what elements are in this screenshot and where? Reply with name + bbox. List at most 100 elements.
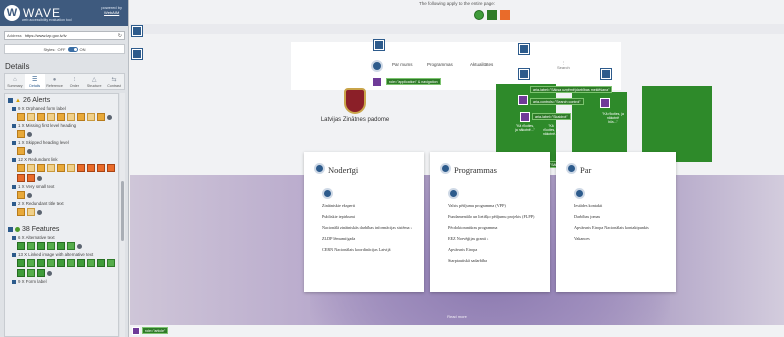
aria-label-icon[interactable] [600, 98, 610, 108]
hero-read-more[interactable]: Read more [130, 314, 784, 319]
aria-skip-icon[interactable] [520, 112, 530, 122]
structure-landmark-icon[interactable] [487, 10, 497, 20]
landmark-header-icon[interactable] [131, 25, 143, 37]
aria-controls-tag[interactable]: aria-controls="Search control" [530, 98, 584, 105]
list-structure-icon[interactable] [574, 188, 585, 199]
aria-role-tag[interactable]: role="application" & navigation [386, 78, 441, 85]
heading-structure-icon[interactable] [440, 163, 451, 174]
alert-icon[interactable] [17, 164, 25, 172]
search-landmark-icon[interactable] [518, 43, 530, 55]
feature-item-checkbox[interactable] [12, 280, 16, 284]
nav-item-programmes[interactable]: Programmas [427, 62, 453, 67]
alert-item-checkbox[interactable] [12, 158, 16, 162]
feature-language-icon[interactable] [474, 10, 484, 20]
alert-icon[interactable] [17, 113, 25, 121]
alert-icon[interactable] [57, 113, 65, 121]
card-link[interactable]: Darbības jomas [574, 214, 666, 219]
alert-icon[interactable] [17, 191, 25, 199]
address-field[interactable]: Address https://www.lzp.gov.lv/lv ↻ [4, 31, 125, 40]
feature-item[interactable]: 6 X Alternative text [5, 234, 118, 241]
alert-icon[interactable] [67, 164, 75, 172]
feature-item[interactable]: 13 X Linked image with alternative text [5, 251, 118, 258]
alert-icon[interactable] [17, 174, 25, 182]
webaim-link[interactable]: WebAIM [104, 10, 119, 15]
feature-icon[interactable] [107, 259, 115, 267]
alert-icon[interactable] [47, 113, 55, 121]
alert-icon[interactable] [77, 164, 85, 172]
alert-icon[interactable] [87, 164, 95, 172]
feature-item[interactable]: 9 X Form label [5, 278, 118, 285]
landmark-search-icon[interactable] [600, 68, 612, 80]
feature-icon[interactable] [87, 259, 95, 267]
feature-icon[interactable] [47, 259, 55, 267]
alert-item-checkbox[interactable] [12, 107, 16, 111]
features-checkbox[interactable] [8, 227, 13, 232]
card-link[interactable]: Nacionālā zinātniskās darbības informāci… [322, 225, 414, 230]
feature-icon[interactable] [67, 259, 75, 267]
heading-structure-icon[interactable] [314, 163, 325, 174]
alert-icon[interactable] [27, 208, 35, 216]
card-link[interactable]: Pēcdoktorantūras programma [448, 225, 540, 230]
landmark-region-icon[interactable] [131, 48, 143, 60]
feature-icon[interactable] [17, 242, 25, 250]
alert-icon[interactable] [27, 113, 35, 121]
alert-item-checkbox[interactable] [12, 185, 16, 189]
alert-item[interactable]: 1 X Skipped heading level [5, 139, 118, 146]
info-icon[interactable] [107, 114, 112, 120]
feature-icon[interactable] [17, 269, 25, 277]
tab-order[interactable]: ⁝ Order [64, 74, 84, 89]
alert-icon[interactable] [27, 174, 35, 182]
info-icon[interactable] [27, 192, 32, 198]
feature-icon[interactable] [27, 242, 35, 250]
alert-item[interactable]: 1 X Very small text [5, 183, 118, 190]
nav-structure-icon[interactable] [371, 60, 383, 72]
alerts-checkbox[interactable] [8, 98, 13, 103]
landmark-nav-icon[interactable] [373, 39, 385, 51]
feature-icon[interactable] [37, 259, 45, 267]
tab-details[interactable]: ☰ Details [24, 74, 45, 89]
aria-icon[interactable] [372, 77, 382, 87]
card-link[interactable]: CERN Nacionālais koordinācijas Latvijā [322, 247, 414, 252]
alert-item[interactable]: 12 X Redundant link [5, 156, 118, 163]
feature-icon[interactable] [97, 259, 105, 267]
feature-icon[interactable] [17, 259, 25, 267]
scrollbar-thumb[interactable] [121, 181, 124, 241]
card-link[interactable]: Apvārsnis Eiropa [448, 247, 540, 252]
aria-article-icon[interactable] [132, 327, 140, 335]
card-link[interactable]: Valsts pētījumu programma (VPP) [448, 203, 540, 208]
feature-icon[interactable] [27, 269, 35, 277]
alert-icon[interactable] [47, 164, 55, 172]
nav-item-news[interactable]: Aktualitātes [470, 62, 493, 67]
feature-icon[interactable] [37, 269, 45, 277]
card-link[interactable]: Publiskie iepirkumi [322, 214, 414, 219]
reload-icon[interactable]: ↻ [118, 33, 122, 39]
alert-icon[interactable] [17, 147, 25, 155]
aria-skip-tag[interactable]: aria-label="Skaidrot" [532, 113, 571, 120]
alert-icon[interactable] [77, 113, 85, 121]
card-link[interactable]: Apvārsnis Eiropa Nacionālais kontaktpunk… [574, 225, 666, 230]
alert-item-checkbox[interactable] [12, 141, 16, 145]
info-icon[interactable] [77, 243, 82, 249]
list-structure-icon[interactable] [448, 188, 459, 199]
aria-label-tag[interactable]: aria-label="Sāksa uzņēmējdarbības meklēš… [530, 86, 613, 93]
tab-structure[interactable]: △ Structure [84, 74, 104, 89]
alert-icon[interactable] [17, 130, 25, 138]
info-icon[interactable] [37, 209, 42, 215]
feature-item-checkbox[interactable] [12, 253, 16, 257]
features-header[interactable]: 38 Features [5, 223, 118, 234]
address-value[interactable]: https://www.lzp.gov.lv/lv [25, 33, 67, 38]
alert-item[interactable]: 9 X Orphaned form label [5, 105, 118, 112]
alert-icon[interactable] [37, 164, 45, 172]
feature-icon[interactable] [57, 259, 65, 267]
aria-article-tag[interactable]: role="article" [142, 327, 169, 334]
nav-item-about[interactable]: Par mums [392, 62, 413, 67]
alert-icon[interactable] [107, 164, 115, 172]
tab-reference[interactable]: ● Reference [45, 74, 65, 89]
info-icon[interactable] [27, 148, 32, 154]
alert-icon[interactable] [17, 208, 25, 216]
feature-item-checkbox[interactable] [12, 236, 16, 240]
feature-icon[interactable] [37, 242, 45, 250]
alert-icon[interactable] [97, 164, 105, 172]
info-icon[interactable] [37, 175, 42, 181]
alert-item[interactable]: 2 X Redundant title text [5, 200, 118, 207]
